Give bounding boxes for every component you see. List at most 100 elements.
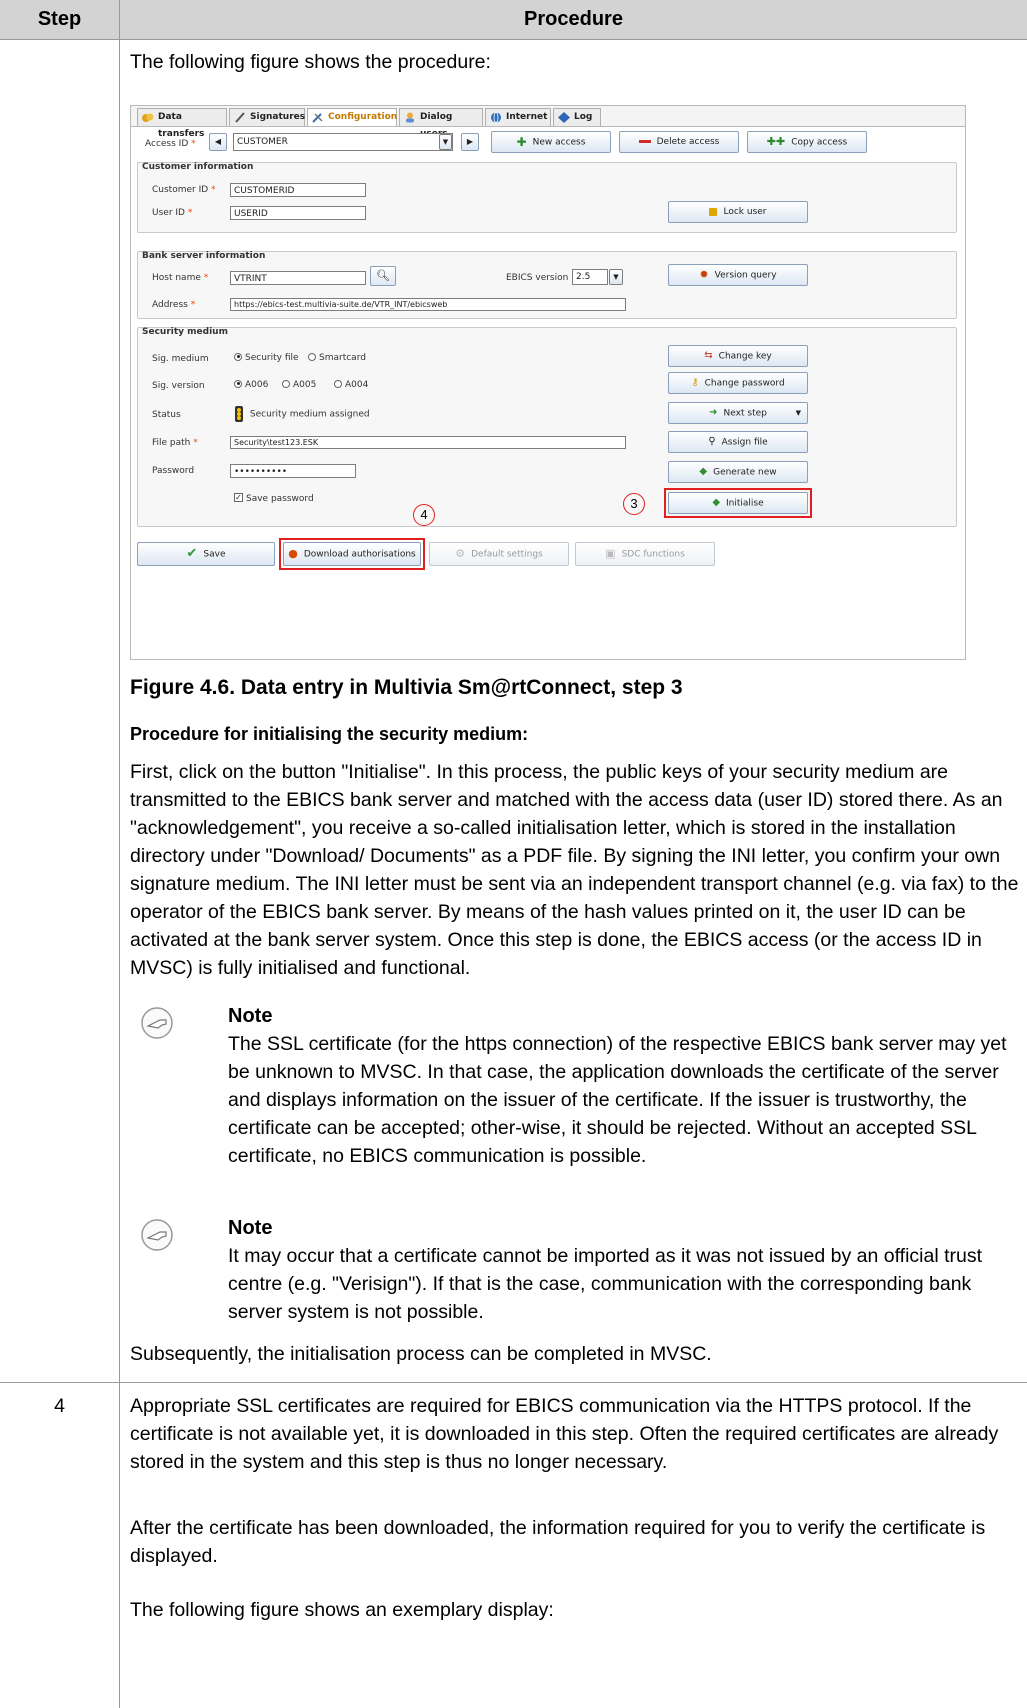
save-button[interactable]: ✔ Save	[137, 542, 275, 566]
tab-log[interactable]: Log	[553, 108, 601, 126]
tab-configuration[interactable]: Configuration	[307, 108, 397, 126]
host-name-label: Host name *	[152, 273, 209, 283]
log-icon	[558, 112, 570, 123]
access-id-select[interactable]: CUSTOMER	[233, 133, 453, 151]
step4-paragraph-3: The following figure shows an exemplary …	[130, 1599, 554, 1621]
tab-label: Log	[574, 112, 593, 122]
previous-access-button[interactable]: ◀	[209, 133, 227, 151]
generate-new-button[interactable]: ◆ Generate new	[668, 461, 808, 483]
default-settings-button[interactable]: ⚙ Default settings	[429, 542, 569, 566]
address-label: Address *	[152, 300, 196, 310]
arrow-right-icon: ➜	[709, 407, 718, 418]
sig-medium-option-smartcard[interactable]: Smartcard	[308, 352, 366, 363]
column-divider	[119, 0, 120, 1708]
sig-version-option-a005[interactable]: A005	[282, 379, 316, 390]
search-host-button[interactable]: 🔍︎	[370, 266, 396, 286]
ebics-version-select[interactable]: 2.5	[572, 269, 608, 285]
sig-medium-option-file[interactable]: Security file	[234, 352, 299, 363]
highlight-initialise	[664, 488, 812, 518]
chevron-down-icon[interactable]: ▼	[439, 134, 452, 150]
new-access-button[interactable]: ✚ New access	[491, 131, 611, 153]
init-heading: Procedure for initialising the security …	[130, 724, 529, 744]
sdc-icon: ▣	[605, 547, 616, 560]
assign-file-button[interactable]: ⚲ Assign file	[668, 431, 808, 453]
sig-medium-label: Sig. medium	[152, 354, 209, 364]
change-password-button[interactable]: ⚷ Change password	[668, 372, 808, 394]
tab-data-transfers[interactable]: Data transfers	[137, 108, 227, 139]
globe-icon	[491, 112, 501, 123]
plus-icon: ✚	[516, 135, 527, 149]
intro-text: The following figure shows the procedure…	[130, 51, 491, 73]
diamond-icon: ◆	[699, 466, 708, 477]
security-medium-panel: Security medium Sig. medium Security fil…	[137, 327, 957, 527]
file-path-label: File path *	[152, 438, 198, 448]
sig-version-option-a006[interactable]: A006	[234, 379, 268, 390]
chevron-down-icon[interactable]: ▼	[609, 269, 623, 285]
customer-id-field[interactable]: CUSTOMERID	[230, 183, 366, 197]
copy-plus-icon: ✚✚	[766, 135, 786, 148]
subsequently-text: Subsequently, the initialisation process…	[130, 1343, 712, 1365]
gear-icon: ⚙	[455, 547, 466, 560]
sdc-functions-button[interactable]: ▣ SDC functions	[575, 542, 715, 566]
file-path-field[interactable]: Security\test123.ESK	[230, 436, 626, 449]
app-screenshot: Data transfers Signatures Configuration …	[130, 105, 966, 660]
header-step: Step	[37, 8, 82, 30]
row-divider	[0, 1382, 1027, 1383]
sig-version-option-a004[interactable]: A004	[334, 379, 368, 390]
tab-label: Internet	[506, 112, 548, 122]
lock-icon	[709, 207, 718, 216]
customer-id-label: Customer ID *	[152, 185, 216, 195]
minus-icon	[638, 140, 651, 143]
customer-information-panel: Customer information Customer ID * CUSTO…	[137, 162, 957, 233]
next-access-button[interactable]: ▶	[461, 133, 479, 151]
password-field[interactable]: ••••••••••	[230, 464, 356, 478]
note1-title: Note	[228, 1005, 273, 1027]
delete-access-button[interactable]: Delete access	[619, 131, 739, 153]
search-icon: 🔍︎	[376, 269, 390, 282]
data-transfers-icon	[142, 113, 154, 122]
lock-user-button[interactable]: Lock user	[668, 201, 808, 223]
chevron-down-icon: ▼	[795, 409, 801, 417]
note1-text: The SSL certificate (for the https conne…	[228, 1033, 1007, 1167]
marker-3: 3	[623, 493, 645, 515]
bank-server-panel: Bank server information Host name * VTRI…	[137, 251, 957, 319]
procedure-table: Step Procedure The following figure show…	[0, 0, 1027, 1708]
access-id-label: Access ID *	[145, 139, 196, 149]
panel-title: Bank server information	[142, 251, 266, 261]
marker-4: 4	[413, 504, 435, 526]
tab-internet[interactable]: Internet	[485, 108, 551, 126]
tab-signatures[interactable]: Signatures	[229, 108, 305, 126]
tab-dialog-users[interactable]: Dialog users	[399, 108, 483, 139]
ebics-version-label: EBICS version	[506, 273, 569, 283]
tools-icon	[312, 113, 323, 123]
change-key-button[interactable]: ⇆ Change key	[668, 345, 808, 367]
step4-paragraph-1: Appropriate SSL certificates are require…	[130, 1395, 999, 1473]
pen-icon	[235, 112, 245, 123]
tab-label: Data transfers	[158, 112, 205, 139]
address-field[interactable]: https://ebics-test.multivia-suite.de/VTR…	[230, 298, 626, 311]
traffic-light-icon	[235, 406, 243, 422]
user-id-label: User ID *	[152, 208, 193, 218]
status-label: Status	[152, 410, 181, 420]
version-query-button[interactable]: ✹ Version query	[668, 264, 808, 286]
note-hand-icon	[141, 1219, 173, 1251]
users-icon	[406, 112, 414, 123]
save-password-checkbox[interactable]: ✓ Save password	[234, 493, 314, 504]
next-step-button[interactable]: ➜ Next step ▼	[668, 402, 808, 424]
gear-icon: ✹	[699, 268, 709, 281]
init-paragraph: First, click on the button "Initialise".…	[130, 761, 1019, 979]
host-name-field[interactable]: VTRINT	[230, 271, 366, 285]
copy-access-button[interactable]: ✚✚ Copy access	[747, 131, 867, 153]
step4-paragraph-2: After the certificate has been downloade…	[130, 1517, 986, 1567]
user-id-field[interactable]: USERID	[230, 206, 366, 220]
note2-title: Note	[228, 1217, 273, 1239]
key-icon: ⚷	[691, 377, 699, 388]
tab-label: Configuration	[328, 112, 398, 122]
panel-title: Customer information	[142, 162, 254, 172]
sig-version-label: Sig. version	[152, 381, 205, 391]
magnifier-icon: ⚲	[708, 436, 716, 447]
tab-bar: Data transfers Signatures Configuration …	[131, 106, 965, 139]
highlight-download	[279, 538, 425, 570]
note-hand-icon	[141, 1007, 173, 1039]
panel-title: Security medium	[142, 327, 228, 337]
